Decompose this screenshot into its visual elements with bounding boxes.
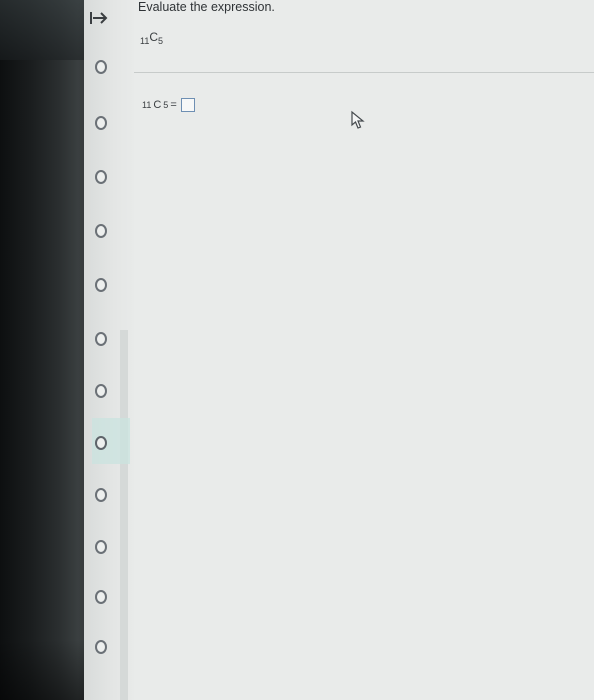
question-radio-7[interactable] bbox=[95, 384, 107, 398]
expression-display: 11C5 bbox=[140, 30, 163, 46]
content-divider bbox=[134, 72, 594, 73]
answer-n: 11 bbox=[142, 100, 152, 110]
mouse-pointer-icon bbox=[350, 110, 366, 130]
expr-r: 5 bbox=[158, 36, 164, 46]
answer-r: 5 bbox=[163, 100, 169, 110]
question-radio-9[interactable] bbox=[95, 488, 107, 502]
question-radio-11[interactable] bbox=[95, 590, 107, 604]
answer-row: 11 C 5 = bbox=[142, 98, 195, 112]
question-radio-12[interactable] bbox=[95, 640, 107, 654]
question-instruction: Evaluate the expression. bbox=[138, 0, 275, 14]
expr-letter: C bbox=[149, 30, 159, 44]
question-radio-2[interactable] bbox=[95, 116, 107, 130]
question-radio-5[interactable] bbox=[95, 278, 107, 292]
nav-scroll-track[interactable] bbox=[120, 330, 128, 700]
question-radio-6[interactable] bbox=[95, 332, 107, 346]
expr-n: 11 bbox=[140, 36, 150, 46]
question-radio-3[interactable] bbox=[95, 170, 107, 184]
question-radio-1[interactable] bbox=[95, 60, 107, 74]
answer-letter: C bbox=[153, 99, 162, 111]
equals-sign: = bbox=[170, 99, 177, 111]
question-radio-8[interactable] bbox=[95, 436, 107, 450]
question-radio-10[interactable] bbox=[95, 540, 107, 554]
answer-input[interactable] bbox=[180, 98, 195, 112]
arrow-right-bar-icon[interactable] bbox=[88, 8, 110, 28]
question-radio-4[interactable] bbox=[95, 224, 107, 238]
question-panel: Evaluate the expression. 11C5 11 C 5 = bbox=[134, 0, 594, 700]
